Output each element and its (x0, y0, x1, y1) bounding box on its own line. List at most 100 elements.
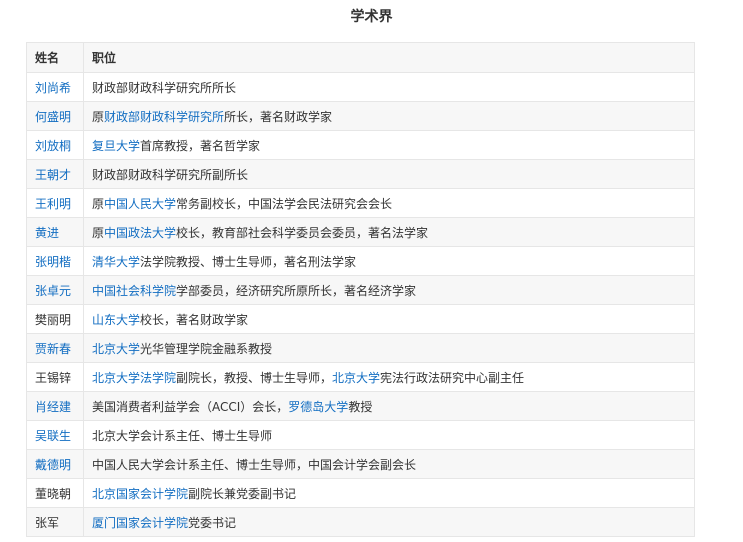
table-row: 张明楷 清华大学法学院教授、博士生导师，著名刑法学家 (26, 246, 695, 276)
person-name-link[interactable]: 张卓元 (35, 284, 71, 298)
position-cell: 北京大学会计系主任、博士生导师 (83, 420, 695, 450)
position-cell: 财政部财政科学研究所副所长 (83, 159, 695, 189)
institution-link[interactable]: 中国政法大学 (104, 226, 176, 240)
position-cell: 财政部财政科学研究所所长 (83, 72, 695, 102)
table-row: 贾新春 北京大学光华管理学院金融系教授 (26, 333, 695, 363)
institution-link[interactable]: 北京国家会计学院 (92, 487, 188, 501)
table-header-row: 姓名 职位 (26, 42, 695, 73)
position-text: 宪法行政法研究中心副主任 (380, 370, 525, 385)
table-row: 吴联生 北京大学会计系主任、博士生导师 (26, 420, 695, 450)
position-cell: 美国消费者利益学会（ACCI）会长，罗德岛大学教授 (83, 391, 695, 421)
table-row: 刘放桐 复旦大学首席教授，著名哲学家 (26, 130, 695, 160)
person-name-cell: 王利明 (26, 188, 84, 218)
position-text: 校长，教育部社会科学委员会委员，著名法学家 (176, 225, 429, 240)
person-name-cell: 刘放桐 (26, 130, 84, 160)
position-text: 常务副校长，中国法学会民法研究会会长 (176, 196, 393, 211)
position-text: 副院长兼党委副书记 (188, 486, 297, 501)
position-text: 美国消费者利益学会（ACCI）会长， (92, 399, 289, 414)
position-cell: 中国社会科学院学部委员，经济研究所原所长，著名经济学家 (83, 275, 695, 305)
institution-link[interactable]: 中国人民大学 (104, 197, 176, 211)
table-row: 肖经建 美国消费者利益学会（ACCI）会长，罗德岛大学教授 (26, 391, 695, 421)
table-row: 王利明 原中国人民大学常务副校长，中国法学会民法研究会会长 (26, 188, 695, 218)
person-name: 张军 (35, 515, 60, 530)
header-name: 姓名 (26, 42, 84, 73)
header-position: 职位 (83, 42, 695, 73)
academia-table: 姓名 职位 刘尚希 财政部财政科学研究所所长 何盛明 原财政部财政科学研究所所长，著名… (26, 42, 695, 537)
person-name-link[interactable]: 肖经建 (35, 400, 71, 414)
person-name-cell: 樊丽明 (26, 304, 84, 334)
person-name-cell: 戴德明 (26, 449, 84, 479)
person-name-cell: 肖经建 (26, 391, 84, 421)
position-text: 财政部财政科学研究所所长 (92, 80, 237, 95)
institution-link[interactable]: 山东大学 (92, 313, 140, 327)
institution-link[interactable]: 清华大学 (92, 255, 140, 269)
person-name-cell: 吴联生 (26, 420, 84, 450)
person-name-cell: 张明楷 (26, 246, 84, 276)
table-row: 董晓朝 北京国家会计学院副院长兼党委副书记 (26, 478, 695, 508)
position-text: 学部委员，经济研究所原所长，著名经济学家 (176, 283, 417, 298)
person-name-cell: 黄进 (26, 217, 84, 247)
institution-link[interactable]: 北京大学法学院 (92, 371, 176, 385)
table-body: 刘尚希 财政部财政科学研究所所长 何盛明 原财政部财政科学研究所所长，著名财政学家 刘放… (26, 72, 695, 537)
position-text: 原 (92, 196, 105, 211)
position-text: 原 (92, 225, 105, 240)
person-name-link[interactable]: 张明楷 (35, 255, 71, 269)
position-cell: 山东大学校长，著名财政学家 (83, 304, 695, 334)
position-text: 教授 (348, 399, 373, 414)
position-cell: 中国人民大学会计系主任、博士生导师，中国会计学会副会长 (83, 449, 695, 479)
person-name: 王锡锌 (35, 370, 72, 385)
institution-link[interactable]: 北京大学 (332, 371, 380, 385)
position-cell: 北京大学光华管理学院金融系教授 (83, 333, 695, 363)
institution-link[interactable]: 财政部财政科学研究所 (104, 110, 224, 124)
person-name-link[interactable]: 黄进 (35, 226, 59, 240)
table-row: 樊丽明 山东大学校长，著名财政学家 (26, 304, 695, 334)
position-text: 首席教授，著名哲学家 (140, 138, 261, 153)
person-name-cell: 王锡锌 (26, 362, 84, 392)
person-name-cell: 张卓元 (26, 275, 84, 305)
position-cell: 原中国人民大学常务副校长，中国法学会民法研究会会长 (83, 188, 695, 218)
position-text: 法学院教授、博士生导师，著名刑法学家 (140, 254, 357, 269)
position-cell: 原财政部财政科学研究所所长，著名财政学家 (83, 101, 695, 131)
position-cell: 复旦大学首席教授，著名哲学家 (83, 130, 695, 160)
person-name-cell: 张军 (26, 507, 84, 537)
position-text: 校长，著名财政学家 (140, 312, 249, 327)
person-name-cell: 贾新春 (26, 333, 84, 363)
position-text: 副院长，教授、博士生导师， (176, 370, 333, 385)
institution-link[interactable]: 中国社会科学院 (92, 284, 176, 298)
table-row: 张卓元 中国社会科学院学部委员，经济研究所原所长，著名经济学家 (26, 275, 695, 305)
position-text: 所长，著名财政学家 (224, 109, 333, 124)
person-name-link[interactable]: 王朝才 (35, 168, 71, 182)
table-row: 何盛明 原财政部财政科学研究所所长，著名财政学家 (26, 101, 695, 131)
position-cell: 北京国家会计学院副院长兼党委副书记 (83, 478, 695, 508)
person-name-link[interactable]: 吴联生 (35, 429, 71, 443)
institution-link[interactable]: 厦门国家会计学院 (92, 516, 188, 530)
person-name-cell: 董晓朝 (26, 478, 84, 508)
position-text: 中国人民大学会计系主任、博士生导师，中国会计学会副会长 (92, 457, 417, 472)
institution-link[interactable]: 罗德岛大学 (288, 400, 348, 414)
position-text: 党委书记 (188, 515, 237, 530)
person-name-link[interactable]: 刘放桐 (35, 139, 71, 153)
table-caption: 学术界 (350, 9, 393, 25)
person-name-link[interactable]: 贾新春 (35, 342, 71, 356)
table-row: 王锡锌 北京大学法学院副院长，教授、博士生导师，北京大学宪法行政法研究中心副主任 (26, 362, 695, 392)
position-text: 原 (92, 109, 105, 124)
person-name-link[interactable]: 刘尚希 (35, 81, 71, 95)
person-name-link[interactable]: 何盛明 (35, 110, 71, 124)
person-name-link[interactable]: 戴德明 (35, 458, 71, 472)
position-text: 光华管理学院金融系教授 (140, 341, 273, 356)
position-cell: 清华大学法学院教授、博士生导师，著名刑法学家 (83, 246, 695, 276)
table-row: 黄进 原中国政法大学校长，教育部社会科学委员会委员，著名法学家 (26, 217, 695, 247)
position-cell: 北京大学法学院副院长，教授、博士生导师，北京大学宪法行政法研究中心副主任 (83, 362, 695, 392)
person-name-cell: 何盛明 (26, 101, 84, 131)
person-name: 樊丽明 (35, 312, 72, 327)
table-row: 刘尚希 财政部财政科学研究所所长 (26, 72, 695, 102)
institution-link[interactable]: 复旦大学 (92, 139, 140, 153)
position-text: 北京大学会计系主任、博士生导师 (92, 428, 273, 443)
person-name: 董晓朝 (35, 486, 72, 501)
position-cell: 厦门国家会计学院党委书记 (83, 507, 695, 537)
person-name-cell: 刘尚希 (26, 72, 84, 102)
position-cell: 原中国政法大学校长，教育部社会科学委员会委员，著名法学家 (83, 217, 695, 247)
table-row: 戴德明 中国人民大学会计系主任、博士生导师，中国会计学会副会长 (26, 449, 695, 479)
person-name-link[interactable]: 王利明 (35, 197, 71, 211)
institution-link[interactable]: 北京大学 (92, 342, 140, 356)
